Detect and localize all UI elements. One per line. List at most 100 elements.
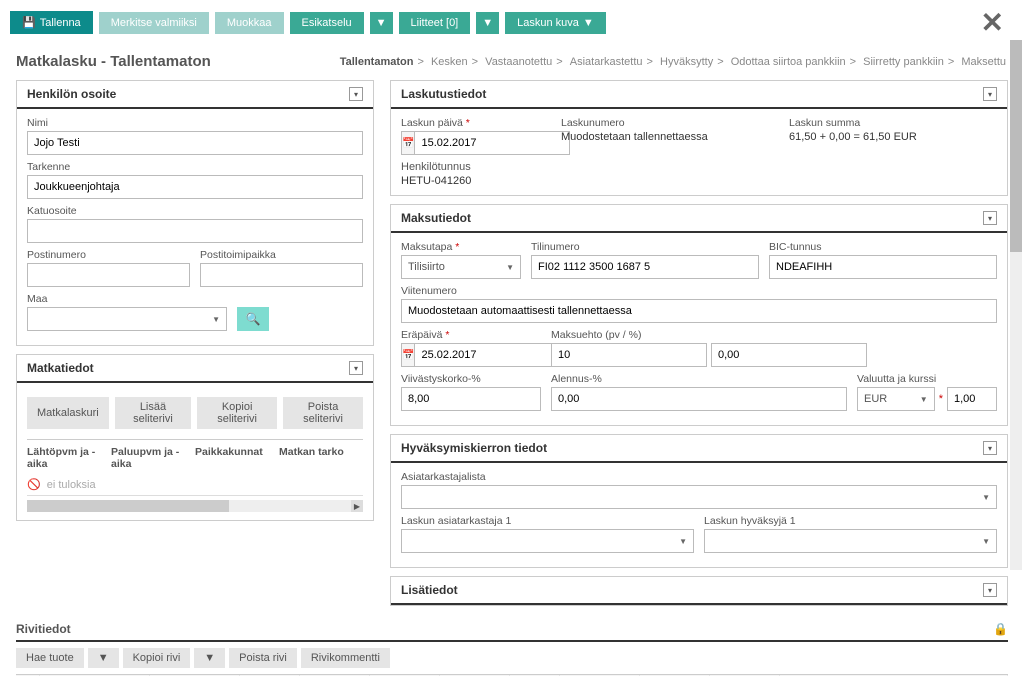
trip-empty-label: ei tuloksia [47,479,96,491]
crumb-1[interactable]: Kesken [431,56,468,68]
trip-col-1: Lähtöpvm ja -aika [27,446,111,470]
edit-button[interactable]: Muokkaa [215,12,284,34]
mark-done-button[interactable]: Merkitse valmiiksi [99,12,209,34]
crumb-3[interactable]: Asiatarkastettu [570,56,643,68]
chevron-down-icon: ▼ [212,315,220,324]
approver1-select[interactable]: ▼ [704,529,997,553]
zip-label: Postinumero [27,249,190,261]
panel-toggle-icon[interactable]: ▾ [349,361,363,375]
search-button[interactable]: 🔍 [237,307,269,331]
term-days-field[interactable] [551,343,707,367]
due-label: Eräpäivä [401,329,541,341]
country-label: Maa [27,293,227,305]
breadcrumb: Tallentamaton> Kesken> Vastaanotettu> As… [338,56,1008,68]
crumb-0[interactable]: Tallentamaton [340,56,414,68]
trip-empty-row: 🚫 ei tuloksia [27,474,363,496]
no-results-icon: 🚫 [27,478,41,491]
scroll-right-icon[interactable]: ▶ [351,500,363,512]
top-toolbar: 💾 Tallenna Merkitse valmiiksi Muokkaa Es… [0,0,1024,45]
invoice-num-value: Muodostetaan tallennettaessa [561,131,769,143]
trip-col-4: Matkan tarko [279,446,363,470]
close-icon[interactable]: ✕ [981,6,1014,39]
crumb-7[interactable]: Maksettu [961,56,1006,68]
method-label: Maksutapa [401,241,521,253]
spec-label: Tarkenne [27,161,363,173]
copy-row-dd[interactable]: ▼ [194,648,225,668]
crumb-4[interactable]: Hyväksytty [660,56,713,68]
invoice-date-field[interactable] [414,131,570,155]
disc-label: Alennus-% [551,373,847,385]
invoice-image-label: Laskun kuva [517,17,579,29]
trip-calc-button[interactable]: Matkalaskuri [27,397,109,429]
panel-toggle-icon[interactable]: ▾ [983,441,997,455]
get-product-dd[interactable]: ▼ [88,648,119,668]
rows-title: Rivitiedot🔒 [16,622,1008,642]
chevron-down-icon: ▼ [679,537,687,546]
term-pct-field[interactable] [711,343,867,367]
rate-field[interactable] [947,387,997,411]
due-field[interactable] [414,343,570,367]
ref-field[interactable] [401,299,997,323]
extra-title: Lisätiedot [401,583,458,597]
approval-title: Hyväksymiskierron tiedot [401,441,547,455]
preview-button[interactable]: Esikatselu [290,12,364,34]
curr-select[interactable]: EUR▼ [857,387,935,411]
street-field[interactable] [27,219,363,243]
invoice-image-button[interactable]: Laskun kuva ▼ [505,12,606,34]
crumb-5[interactable]: Odottaa siirtoa pankkiin [731,56,846,68]
delete-row-button[interactable]: Poista rivi [229,648,297,668]
street-label: Katuosoite [27,205,363,217]
scroll-thumb[interactable] [27,500,229,512]
account-field[interactable] [531,255,759,279]
city-field[interactable] [200,263,363,287]
crumb-6[interactable]: Siirretty pankkiin [863,56,944,68]
trip-add-button[interactable]: Lisää seliterivi [115,397,191,429]
reviewer1-select[interactable]: ▼ [401,529,694,553]
curr-value: EUR [864,393,887,405]
trip-del-button[interactable]: Poista seliterivi [283,397,363,429]
delay-field[interactable] [401,387,541,411]
attachments-button[interactable]: Liitteet [0] [399,12,471,34]
disc-field[interactable] [551,387,847,411]
person-title: Henkilön osoite [27,87,116,101]
preview-dropdown[interactable]: ▼ [370,12,393,34]
copy-row-button[interactable]: Kopioi rivi [123,648,191,668]
chevron-down-icon: ▼ [583,17,594,29]
scrollbar-vertical[interactable] [1010,40,1022,570]
scrollbar-horizontal[interactable]: ◀ ▶ [27,500,363,512]
required-mark: * [939,393,943,405]
invoice-date-label: Laskun päivä [401,117,541,129]
attachments-dropdown[interactable]: ▼ [476,12,499,34]
panel-toggle-icon[interactable]: ▾ [983,211,997,225]
chevron-down-icon: ▼ [982,493,990,502]
search-icon: 🔍 [246,312,261,326]
bic-field[interactable] [769,255,997,279]
trip-col-3: Paikkakunnat [195,446,279,470]
reviewer1-label: Laskun asiatarkastaja 1 [401,515,694,527]
save-button[interactable]: 💾 Tallenna [10,11,93,34]
bic-label: BIC-tunnus [769,241,997,253]
row-comment-button[interactable]: Rivikommentti [301,648,390,668]
panel-toggle-icon[interactable]: ▾ [983,87,997,101]
approval-panel: Hyväksymiskierron tiedot ▾ Asiatarkastaj… [390,434,1008,568]
calendar-icon[interactable]: 📅 [401,131,414,155]
delay-label: Viivästyskorko-% [401,373,541,385]
get-product-button[interactable]: Hae tuote [16,648,84,668]
panel-toggle-icon[interactable]: ▾ [349,87,363,101]
lock-icon[interactable]: 🔒 [993,622,1008,636]
city-label: Postitoimipaikka [200,249,363,261]
crumb-2[interactable]: Vastaanotettu [485,56,552,68]
scroll-thumb-v[interactable] [1010,40,1022,252]
approver-list-select[interactable]: ▼ [401,485,997,509]
panel-toggle-icon[interactable]: ▾ [983,583,997,597]
trip-copy-button[interactable]: Kopioi seliterivi [197,397,277,429]
trip-table-head: Lähtöpvm ja -aika Paluupvm ja -aika Paik… [27,439,363,474]
zip-field[interactable] [27,263,190,287]
country-select[interactable]: ▼ [27,307,227,331]
name-field[interactable] [27,131,363,155]
method-select[interactable]: Tilisiirto▼ [401,255,521,279]
save-label: Tallenna [40,17,81,29]
invoice-title: Laskutustiedot [401,87,486,101]
calendar-icon[interactable]: 📅 [401,343,414,367]
spec-field[interactable] [27,175,363,199]
